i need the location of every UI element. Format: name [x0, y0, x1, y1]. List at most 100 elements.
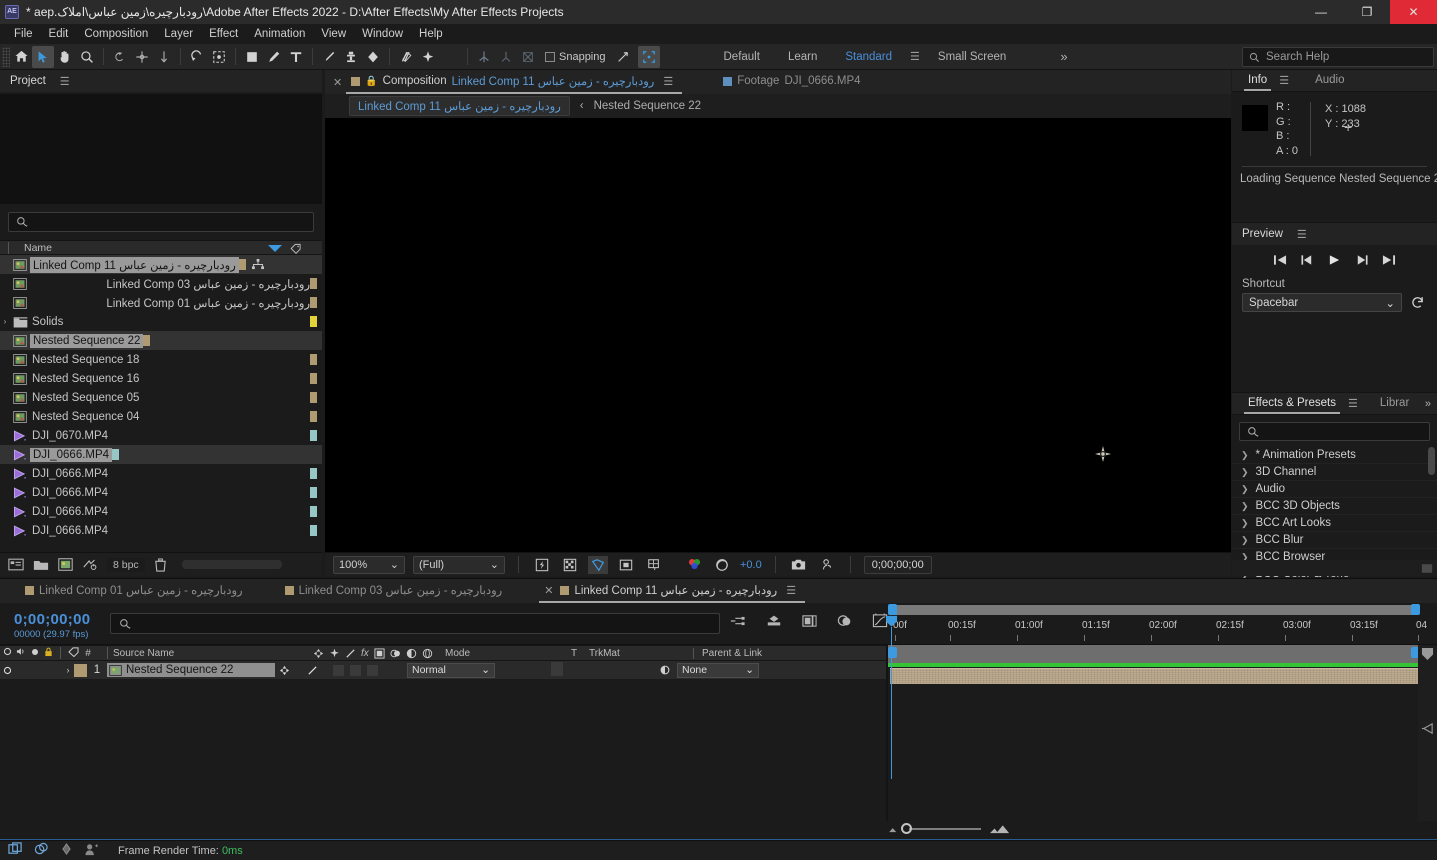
column-name-label[interactable]: Name	[8, 241, 52, 254]
menu-composition[interactable]: Composition	[76, 26, 156, 42]
essential-graphics-icon[interactable]	[251, 259, 265, 270]
layer-mode-cell[interactable]: Normal ⌄	[403, 662, 533, 678]
layer-switches[interactable]	[275, 664, 403, 676]
breadcrumb-child-comp[interactable]: Nested Sequence 22	[594, 100, 701, 112]
work-area-bar-top[interactable]	[888, 605, 1418, 615]
project-item-label-color[interactable]	[310, 525, 317, 536]
project-item-label-color[interactable]	[310, 506, 317, 517]
work-area-start-handle-lower[interactable]	[888, 647, 897, 658]
chevron-right-icon[interactable]: ❯	[1241, 484, 1249, 495]
effects-more-icon[interactable]: »	[1425, 398, 1431, 410]
project-panel-menu-icon[interactable]: ☰	[56, 75, 74, 88]
effects-category-row[interactable]: ❯ Audio	[1232, 481, 1437, 498]
timeline-collapse-icon[interactable]	[1421, 647, 1434, 661]
effects-category-row[interactable]: ❯ BCC 3D Objects	[1232, 498, 1437, 515]
project-item-row[interactable]: DJI_0666.MP4	[0, 521, 322, 540]
bit-depth-label[interactable]: 8 bpc	[107, 557, 145, 572]
project-item-row[interactable]: DJI_0666.MP4	[0, 483, 322, 502]
draft-3d-icon[interactable]	[766, 614, 782, 631]
exposure-value[interactable]: +0.0	[740, 559, 762, 571]
tab-effects-presets[interactable]: Effects & Presets	[1240, 394, 1344, 414]
workspace-standard[interactable]: Standard	[831, 48, 906, 66]
menu-file[interactable]: File	[6, 26, 41, 42]
region-target-icon[interactable]	[644, 556, 664, 574]
project-item-row[interactable]: Nested Sequence 04	[0, 407, 322, 426]
project-footer-scroll[interactable]	[181, 560, 282, 569]
project-item-row[interactable]: DJI_0666.MP4	[0, 445, 322, 464]
snapping-checkbox[interactable]	[545, 51, 555, 62]
orbit-tool-icon[interactable]	[131, 46, 153, 68]
workspace-more-icon[interactable]: »	[1060, 49, 1067, 64]
project-item-label-color[interactable]	[310, 468, 317, 479]
menu-layer[interactable]: Layer	[156, 26, 201, 42]
zoom-slider-track[interactable]	[901, 823, 981, 834]
selection-tool-icon[interactable]	[32, 45, 54, 68]
composition-mini-flowchart-icon[interactable]	[730, 614, 746, 631]
project-item-row[interactable]: › Solids	[0, 312, 322, 331]
shape-tool-icon[interactable]	[241, 46, 263, 68]
search-help-field[interactable]: Search Help	[1242, 47, 1434, 67]
user-account-icon[interactable]	[84, 843, 99, 859]
first-frame-icon[interactable]	[1274, 254, 1287, 266]
project-search-input[interactable]	[8, 212, 314, 232]
timeline-tab[interactable]: رودبارچیره - زمین عباس Linked Comp 01	[18, 581, 250, 601]
timeline-panel-menu-icon[interactable]: ☰	[782, 584, 800, 597]
pick-whip-icon[interactable]	[659, 664, 671, 676]
viewer-panel-menu-icon[interactable]: ☰	[659, 75, 677, 88]
delete-icon[interactable]	[154, 557, 167, 572]
new-composition-icon[interactable]	[58, 558, 73, 571]
maximize-button[interactable]: ❐	[1344, 0, 1390, 24]
chevron-right-icon[interactable]: ❯	[1241, 450, 1249, 461]
close-icon[interactable]: ✕	[333, 76, 342, 89]
layer-duration-bar[interactable]	[890, 668, 1418, 684]
parent-link-header[interactable]: Parent & Link	[693, 647, 888, 659]
layer-label-color[interactable]	[74, 663, 87, 677]
project-item-label-color[interactable]	[238, 259, 246, 270]
shy-layers-icon[interactable]	[837, 614, 852, 631]
project-item-row[interactable]: Nested Sequence 05	[0, 388, 322, 407]
home-icon[interactable]	[10, 46, 32, 68]
effects-footer-icon[interactable]	[1421, 563, 1433, 574]
close-icon[interactable]: ✕	[544, 584, 553, 597]
workspace-learn[interactable]: Learn	[774, 48, 831, 66]
orbit-camera-icon[interactable]	[495, 46, 517, 68]
timeline-vertical-divider[interactable]	[886, 645, 888, 821]
proportional-grid-icon[interactable]	[616, 556, 636, 574]
mode-header[interactable]: Mode	[441, 648, 571, 659]
menu-animation[interactable]: Animation	[246, 26, 313, 42]
timeline-layer-row[interactable]: › 1 Nested Sequence 22 Normal ⌄ None ⌄	[0, 661, 888, 680]
project-item-row[interactable]: DJI_0670.MP4	[0, 426, 322, 445]
motion-blur-icon[interactable]	[802, 614, 817, 631]
timeline-search-input[interactable]	[110, 613, 720, 634]
close-button[interactable]: ✕	[1390, 0, 1437, 24]
twirl-icon[interactable]: ›	[0, 317, 10, 326]
project-item-label-color[interactable]	[112, 449, 120, 460]
hand-tool-icon[interactable]	[54, 46, 76, 68]
new-folder-icon[interactable]	[33, 558, 49, 571]
region-of-interest-icon[interactable]	[588, 555, 608, 574]
eraser-tool-icon[interactable]	[362, 46, 384, 68]
project-item-label-color[interactable]	[143, 335, 151, 346]
project-item-row[interactable]: Nested Sequence 22	[0, 331, 322, 350]
effects-category-row[interactable]: ❯ * Animation Presets	[1232, 447, 1437, 464]
fast-preview-icon[interactable]	[532, 556, 552, 574]
timeline-current-time[interactable]: 0;00;00;00	[14, 611, 90, 628]
dolly-camera-icon[interactable]	[517, 46, 539, 68]
layer-trkmat-cell[interactable]	[545, 661, 655, 679]
timeline-ruler[interactable]: 00f 00:15f 01:00f 01:15f 02:00f 02:15f 03:00f 0…	[888, 617, 1437, 645]
rotation-tool-icon[interactable]	[109, 46, 131, 68]
viewer-timecode[interactable]: 0;00;00;00	[863, 555, 932, 574]
minimize-button[interactable]: —	[1298, 0, 1344, 24]
tab-composition[interactable]: 🔒 Composition رودبارچیره - زمین عباس Lin…	[344, 72, 684, 94]
layer-mode-select[interactable]: Normal ⌄	[407, 662, 495, 678]
sort-arrow-icon[interactable]	[268, 245, 282, 252]
project-item-label-color[interactable]	[310, 411, 317, 422]
project-item-label-color[interactable]	[310, 278, 317, 289]
menu-effect[interactable]: Effect	[201, 26, 246, 42]
roto-brush-tool-icon[interactable]	[186, 46, 208, 68]
zoom-in-icon[interactable]	[989, 824, 1011, 834]
effects-category-row[interactable]: ❯ 3D Channel	[1232, 464, 1437, 481]
preview-panel-menu-icon[interactable]: ☰	[1293, 228, 1311, 241]
type-tool-icon[interactable]	[285, 46, 307, 68]
layer-video-toggle[interactable]	[0, 666, 14, 675]
